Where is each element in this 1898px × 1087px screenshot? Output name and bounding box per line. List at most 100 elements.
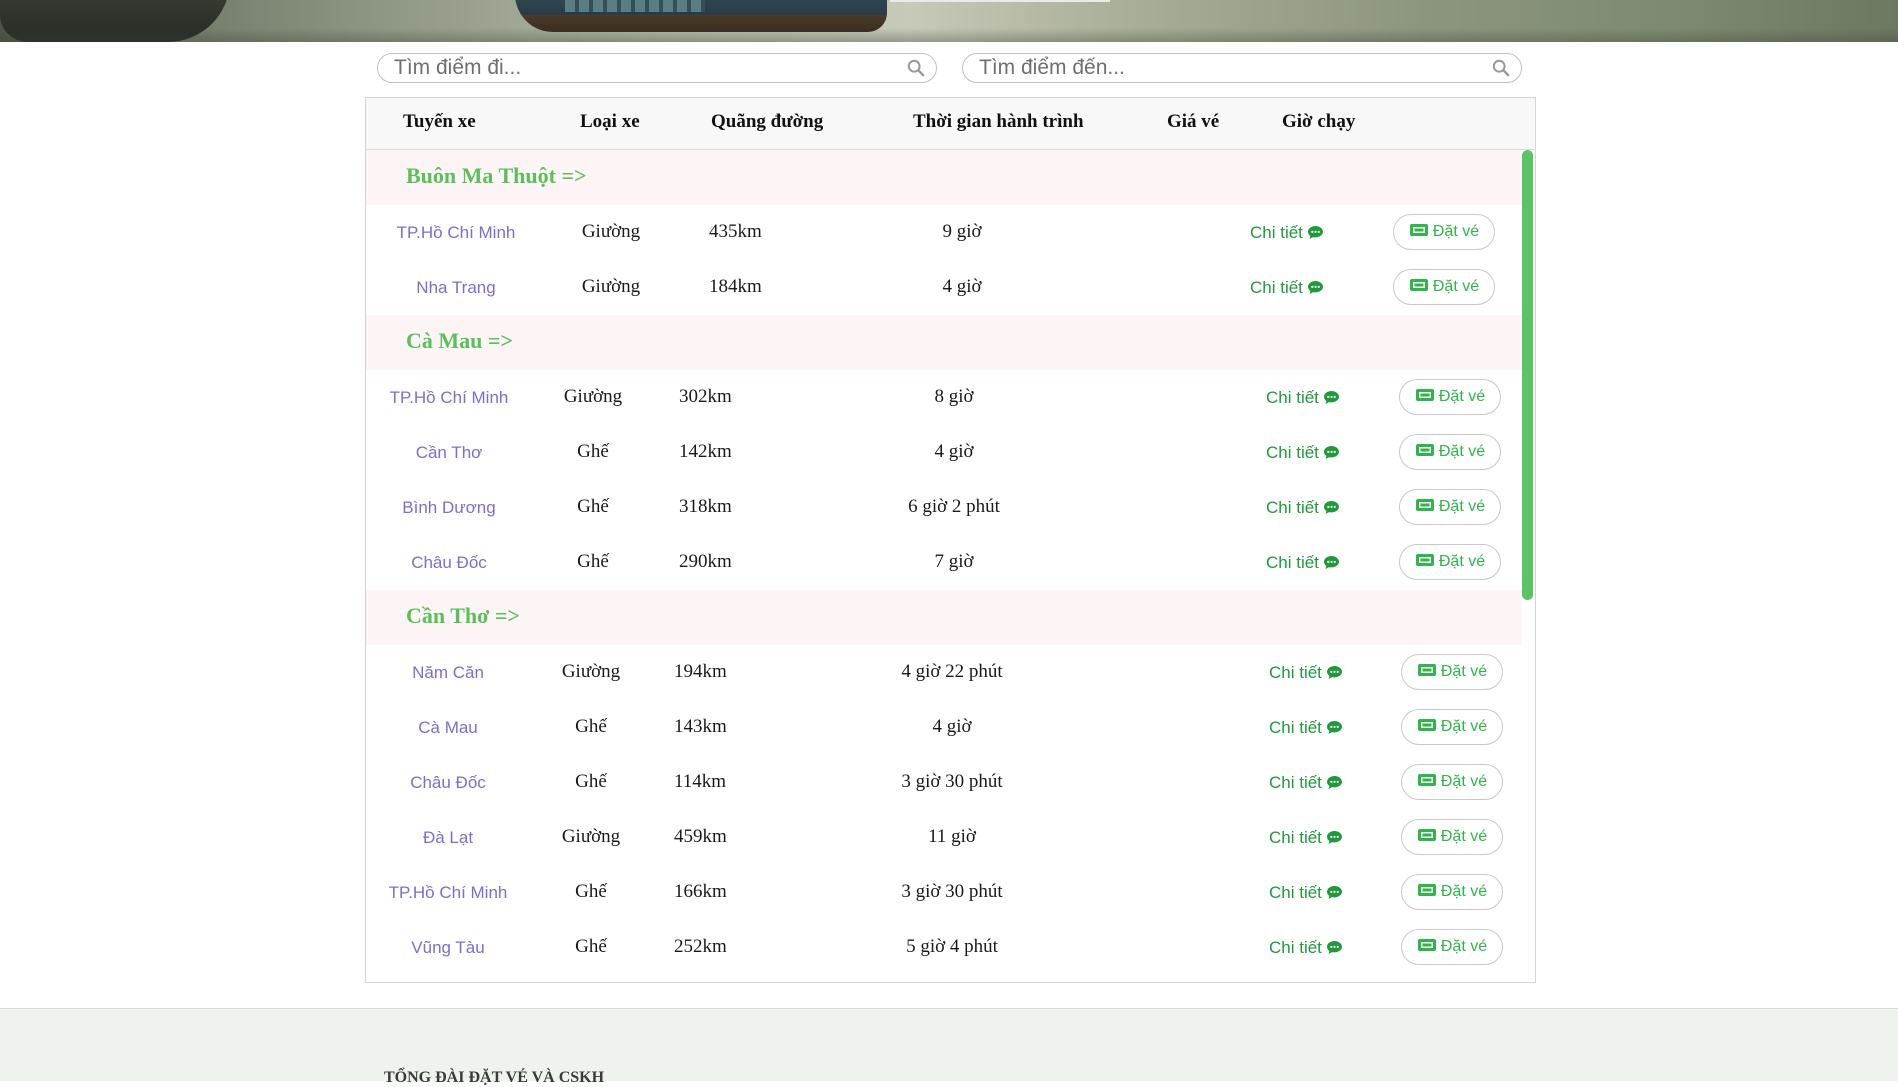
- table-row: TP.Hồ Chí Minh Giường 435km 9 giờ Chi tiết Đặ…: [366, 205, 1522, 260]
- vehicle-type: Ghế: [577, 441, 609, 462]
- detail-link[interactable]: Chi tiết: [1250, 278, 1324, 298]
- distance: 290km: [679, 551, 732, 572]
- route-destination-link[interactable]: Châu Đốc: [410, 773, 486, 793]
- detail-link[interactable]: Chi tiết: [1269, 828, 1343, 848]
- table-row: Châu Đốc Ghế 290km 7 giờ Chi tiết Đặt vé: [366, 535, 1522, 590]
- book-label: Đặt vé: [1438, 553, 1486, 570]
- group-header-row: Cần Thơ =>: [366, 590, 1522, 645]
- book-ticket-button[interactable]: Đặt vé: [1399, 434, 1501, 470]
- detail-link[interactable]: Chi tiết: [1250, 223, 1324, 243]
- duration: 4 giờ: [932, 716, 972, 737]
- search-departure-input[interactable]: [394, 56, 874, 80]
- table-row: Đà Lạt Giường 459km 11 giờ Chi tiết Đặt vé: [366, 810, 1522, 865]
- vehicle-type: Giường: [561, 826, 621, 847]
- footer-title: TỔNG ĐÀI ĐẶT VÉ VÀ CSKH: [384, 1069, 605, 1086]
- header-vehicle-type: Loại xe: [580, 111, 640, 132]
- ticket-icon: [1417, 773, 1437, 792]
- vehicle-type: Ghế: [575, 771, 607, 792]
- detail-link[interactable]: Chi tiết: [1269, 773, 1343, 793]
- route-destination-link[interactable]: Cà Mau: [418, 718, 478, 738]
- chat-bubble-icon: [1322, 828, 1343, 847]
- duration: 5 giờ 4 phút: [906, 936, 998, 957]
- detail-link[interactable]: Chi tiết: [1266, 443, 1340, 463]
- route-destination-link[interactable]: Vũng Tàu: [411, 938, 484, 958]
- chat-bubble-icon: [1319, 498, 1340, 517]
- ticket-icon: [1417, 663, 1437, 682]
- detail-link[interactable]: Chi tiết: [1266, 553, 1340, 573]
- detail-label: Chi tiết: [1269, 718, 1322, 737]
- route-destination-link[interactable]: Châu Đốc: [411, 553, 487, 573]
- detail-link[interactable]: Chi tiết: [1269, 883, 1343, 903]
- detail-label: Chi tiết: [1266, 498, 1319, 517]
- book-label: Đặt vé: [1440, 663, 1488, 680]
- detail-link[interactable]: Chi tiết: [1269, 718, 1343, 738]
- hero-banner-image: [0, 0, 1898, 42]
- book-ticket-button[interactable]: Đặt vé: [1401, 654, 1503, 690]
- book-label: Đặt vé: [1438, 443, 1486, 460]
- route-destination-link[interactable]: TP.Hồ Chí Minh: [390, 388, 509, 408]
- route-destination-link[interactable]: Cần Thơ: [416, 443, 483, 463]
- distance: 142km: [679, 441, 732, 462]
- route-destination-link[interactable]: Năm Căn: [412, 663, 484, 683]
- book-ticket-button[interactable]: Đặt vé: [1393, 214, 1495, 250]
- book-ticket-button[interactable]: Đặt vé: [1401, 764, 1503, 800]
- table-row: Nha Trang Giường 184km 4 giờ Chi tiết Đặt vé: [366, 260, 1522, 315]
- header-distance: Quãng đường: [711, 111, 824, 132]
- route-destination-link[interactable]: Đà Lạt: [423, 828, 473, 848]
- book-ticket-button[interactable]: Đặt vé: [1399, 489, 1501, 525]
- group-header-row: Buôn Ma Thuột =>: [366, 150, 1522, 205]
- header-route: Tuyến xe: [403, 111, 476, 132]
- ticket-icon: [1417, 938, 1437, 957]
- route-destination-link[interactable]: TP.Hồ Chí Minh: [389, 883, 508, 903]
- book-label: Đặt vé: [1432, 223, 1480, 240]
- table-row: TP.Hồ Chí Minh Ghế 166km 3 giờ 30 phút Chi t…: [366, 865, 1522, 920]
- detail-label: Chi tiết: [1269, 883, 1322, 902]
- vehicle-type: Ghế: [577, 496, 609, 517]
- distance: 302km: [679, 386, 732, 407]
- route-destination-link[interactable]: Bình Dương: [402, 498, 495, 518]
- header-departure: Giờ chạy: [1282, 111, 1356, 132]
- duration: 7 giờ: [934, 551, 974, 572]
- chat-bubble-icon: [1322, 883, 1343, 902]
- route-destination-link[interactable]: Nha Trang: [416, 278, 495, 298]
- book-label: Đặt vé: [1432, 278, 1480, 295]
- vehicle-type: Ghế: [575, 716, 607, 737]
- detail-link[interactable]: Chi tiết: [1269, 938, 1343, 958]
- duration: 4 giờ 22 phút: [901, 661, 1003, 682]
- chat-bubble-icon: [1319, 553, 1340, 572]
- detail-link[interactable]: Chi tiết: [1266, 498, 1340, 518]
- book-ticket-button[interactable]: Đặt vé: [1401, 874, 1503, 910]
- book-label: Đặt vé: [1440, 773, 1488, 790]
- book-ticket-button[interactable]: Đặt vé: [1399, 544, 1501, 580]
- book-ticket-button[interactable]: Đặt vé: [1399, 379, 1501, 415]
- detail-link[interactable]: Chi tiết: [1266, 388, 1340, 408]
- ticket-icon: [1415, 388, 1435, 407]
- search-icon[interactable]: [907, 59, 925, 77]
- route-destination-link[interactable]: TP.Hồ Chí Minh: [397, 223, 516, 243]
- routes-table-panel: Tuyến xe Loại xe Quãng đường Thời gian h…: [365, 97, 1536, 983]
- distance: 252km: [674, 936, 727, 957]
- distance: 114km: [674, 771, 727, 792]
- search-destination-input[interactable]: [979, 56, 1459, 80]
- detail-link[interactable]: Chi tiết: [1269, 663, 1343, 683]
- table-row: Cà Mau Ghế 143km 4 giờ Chi tiết Đặt vé: [366, 700, 1522, 755]
- search-departure-field[interactable]: [377, 53, 937, 83]
- search-destination-field[interactable]: [962, 53, 1522, 83]
- table-scrollbar[interactable]: [1522, 150, 1533, 600]
- vehicle-type: Ghế: [577, 551, 609, 572]
- group-origin-label: Cà Mau =>: [406, 328, 513, 353]
- book-label: Đặt vé: [1440, 938, 1488, 955]
- book-ticket-button[interactable]: Đặt vé: [1401, 819, 1503, 855]
- group-origin-label: Buôn Ma Thuột =>: [406, 163, 587, 188]
- search-icon[interactable]: [1492, 59, 1510, 77]
- book-ticket-button[interactable]: Đặt vé: [1401, 709, 1503, 745]
- chat-bubble-icon: [1322, 718, 1343, 737]
- duration: 4 giờ: [942, 276, 982, 297]
- book-ticket-button[interactable]: Đặt vé: [1393, 269, 1495, 305]
- duration: 6 giờ 2 phút: [908, 496, 1000, 517]
- detail-label: Chi tiết: [1250, 223, 1303, 242]
- distance: 318km: [679, 496, 732, 517]
- vehicle-type: Ghế: [575, 881, 607, 902]
- book-ticket-button[interactable]: Đặt vé: [1401, 929, 1503, 965]
- distance: 459km: [674, 826, 727, 847]
